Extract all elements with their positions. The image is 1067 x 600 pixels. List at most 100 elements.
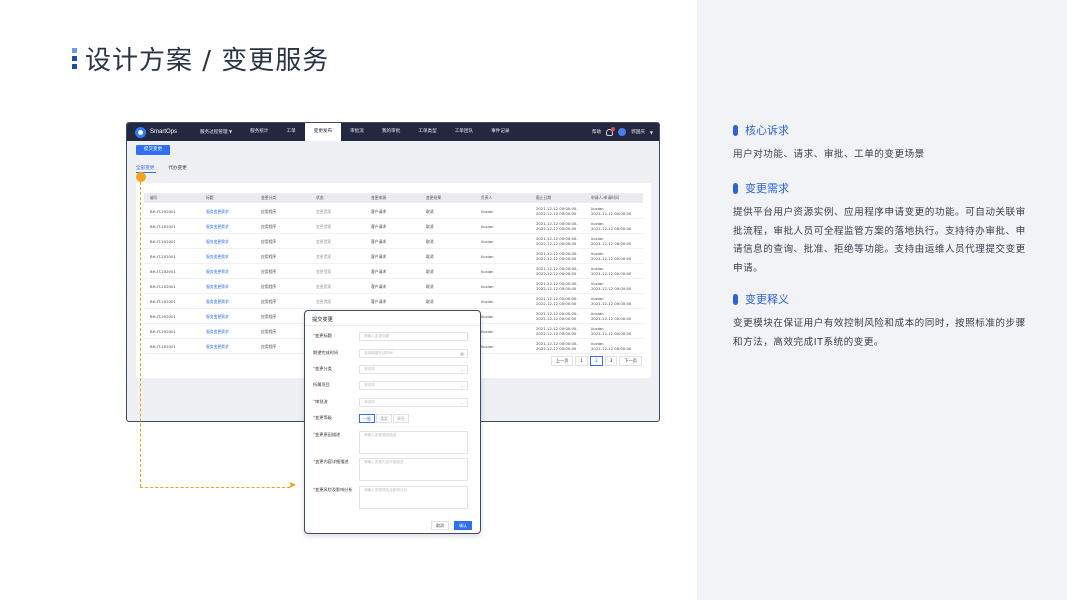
col-header: 变更结果: [426, 195, 442, 200]
caret-down-icon[interactable]: ▼: [650, 130, 653, 135]
subtabs: 全部变更 代办变更: [136, 165, 187, 171]
table-row[interactable]: BH-IT-202001服务变更需求应用程序变更提案客户请求取消liuxian2…: [144, 294, 643, 309]
cell-title-link[interactable]: 服务变更需求: [206, 264, 229, 279]
nav-item-ticket[interactable]: 工单: [278, 123, 305, 141]
field-label-text: 审批流: [315, 399, 328, 404]
top-right-tools: 帮助 郭国庆 ▼: [592, 123, 653, 141]
page-3-button[interactable]: 3: [604, 356, 618, 366]
cell-title-link[interactable]: 服务变更需求: [206, 234, 229, 249]
cell-source: 客户请求: [371, 239, 387, 244]
table-row[interactable]: BH-IT-202001服务变更需求应用程序变更提案客户请求取消liuxian2…: [144, 279, 643, 294]
cell-title-link[interactable]: 服务变更需求: [206, 249, 229, 264]
cell-title-link[interactable]: 服务变更需求: [206, 279, 229, 294]
connector-dot: [136, 172, 146, 182]
cell-title-link[interactable]: 服务变更需求: [206, 309, 229, 324]
deadline-line: 2022-12-12 00:00:00: [536, 286, 577, 291]
cell-id: BH-IT-202001: [150, 284, 176, 289]
field-label: *变更风险及影响分析: [313, 487, 353, 493]
confirm-button[interactable]: 确认: [454, 521, 472, 530]
caret-down-icon: ▼: [229, 129, 233, 134]
tab-pending-changes[interactable]: 代办变更: [168, 165, 186, 171]
page-2-button[interactable]: 2: [590, 356, 603, 366]
tab-all-changes[interactable]: 全部变更: [136, 165, 154, 171]
cell-title-link[interactable]: 服务变更需求: [206, 294, 229, 309]
table-row[interactable]: BH-IT-202001服务变更需求应用程序变更提案客户请求取消liuxian2…: [144, 249, 643, 264]
cell-result: 取消: [426, 254, 434, 259]
nav-item-ticket-team[interactable]: 工单团队: [446, 123, 482, 141]
applicant-line: 2021-12-12 00:00:00: [591, 256, 632, 261]
placeholder-text: 请输入变更标题: [364, 334, 390, 338]
select-field[interactable]: 请选择 ⌄: [359, 381, 468, 390]
cell-id: BH-IT-202001: [150, 329, 176, 334]
field-label-text: 变更标题: [315, 333, 332, 338]
placeholder-text: 请输入变更内容详细描述: [364, 460, 404, 464]
next-page-button[interactable]: 下一页: [619, 356, 642, 366]
cell-result: 取消: [426, 269, 434, 274]
cell-owner: liuxian: [481, 284, 494, 289]
cell-applicant: liuxian 2021-12-12 00:00:00: [591, 236, 631, 246]
cell-title-link[interactable]: 服务变更需求: [206, 324, 229, 339]
field-label: *审批流: [313, 399, 328, 405]
submit-change-button[interactable]: 提交变更: [136, 145, 170, 155]
cell-applicant: liuxian 2021-12-12 00:00:00: [591, 326, 631, 336]
cell-title-link[interactable]: 服务变更需求: [206, 219, 229, 234]
cell-result: 取消: [426, 284, 434, 289]
pagination: 上一页 1 2 3 下一页: [550, 356, 642, 366]
nav-item-event-log[interactable]: 事件记录: [482, 123, 518, 141]
help-link[interactable]: 帮助: [592, 129, 601, 135]
nav-item-service-process[interactable]: 服务过程管理 ▼: [191, 123, 241, 141]
cell-deadline: 2021-12-12 00:00:00- 2022-12-12 00:00:00: [536, 206, 578, 216]
logo[interactable]: SmartOps: [127, 126, 191, 138]
select-field[interactable]: 请选择 ⌄: [359, 365, 468, 374]
table-row[interactable]: BH-IT-202001服务变更需求应用程序变更提案客户请求取消liuxian2…: [144, 204, 643, 219]
cell-deadline: 2021-12-12 00:00:00- 2022-12-12 00:00:00: [536, 236, 578, 246]
table-row[interactable]: BH-IT-202001服务变更需求应用程序变更提案客户请求取消liuxian2…: [144, 264, 643, 279]
bell-icon[interactable]: [606, 126, 616, 136]
nav-item-ticket-type[interactable]: 工单类型: [409, 123, 445, 141]
col-header: 负责人: [481, 195, 493, 200]
textarea-field[interactable]: 请输入变更原因描述: [359, 431, 468, 454]
user-name[interactable]: 郭国庆: [631, 129, 645, 135]
level-option[interactable]: 一般: [359, 414, 375, 423]
field-label-text: 变更等级: [315, 415, 332, 420]
prev-page-button[interactable]: 上一页: [550, 356, 574, 366]
table-row[interactable]: BH-IT-202001服务变更需求应用程序变更提案客户请求取消liuxian2…: [144, 219, 643, 234]
table-row[interactable]: BH-IT-202001服务变更需求应用程序变更提案客户请求取消liuxian2…: [144, 234, 643, 249]
cell-owner: liuxian: [481, 314, 494, 319]
arrow-right-icon: ➤: [288, 480, 297, 491]
cell-category: 应用程序: [261, 239, 277, 244]
slide-title: 设计方案 / 变更服务: [85, 46, 330, 76]
select-field[interactable]: 请选择 ⌄: [359, 398, 468, 407]
nav-item-approval-flow[interactable]: 审批流: [341, 123, 373, 141]
cell-owner: liuxian: [481, 299, 494, 304]
cell-deadline: 2021-12-12 00:00:00- 2022-12-12 00:00:00: [536, 251, 578, 261]
page-1-button[interactable]: 1: [575, 356, 589, 366]
nav-item-change-release[interactable]: 变更发布: [304, 123, 342, 141]
cell-category: 应用程序: [261, 329, 277, 334]
cell-title-link[interactable]: 服务变更需求: [206, 204, 229, 219]
text-field[interactable]: 请输入变更标题: [359, 332, 468, 341]
textarea-field[interactable]: 请输入变更内容详细描述: [359, 458, 468, 481]
deadline-line: 2022-12-12 00:00:00: [536, 226, 577, 231]
cell-id: BH-IT-202001: [150, 344, 176, 349]
field-label: 所属项目: [313, 382, 330, 388]
applicant-line: 2021-12-12 00:00:00: [591, 301, 632, 306]
date-field[interactable]: 选择期望完成时间 ▦: [359, 349, 468, 358]
cell-title-link[interactable]: 服务变更需求: [206, 339, 229, 354]
cell-category: 应用程序: [261, 299, 277, 304]
deadline-line: 2022-12-12 00:00:00: [536, 301, 577, 306]
avatar[interactable]: [618, 128, 627, 136]
nav-item-my-approval[interactable]: 我的审批: [373, 123, 409, 141]
level-option[interactable]: 重要: [376, 414, 392, 423]
placeholder-text: 选择期望完成时间: [364, 351, 393, 355]
level-option[interactable]: 紧急: [393, 414, 409, 423]
cell-source: 客户请求: [371, 254, 387, 259]
nav-item-service-stats[interactable]: 服务统计: [241, 123, 277, 141]
textarea-field[interactable]: 请输入变更风险及影响分析: [359, 486, 468, 509]
cancel-button[interactable]: 取消: [431, 521, 449, 530]
applicant-line: 2021-12-12 00:00:00: [591, 331, 632, 336]
cell-deadline: 2021-12-12 00:00:00- 2022-12-12 00:00:00: [536, 266, 578, 276]
chevron-down-icon: ⌄: [460, 367, 464, 372]
applicant-line: 2021-12-12 00:00:00: [591, 226, 632, 231]
deadline-line: 2022-12-12 00:00:00: [536, 256, 577, 261]
